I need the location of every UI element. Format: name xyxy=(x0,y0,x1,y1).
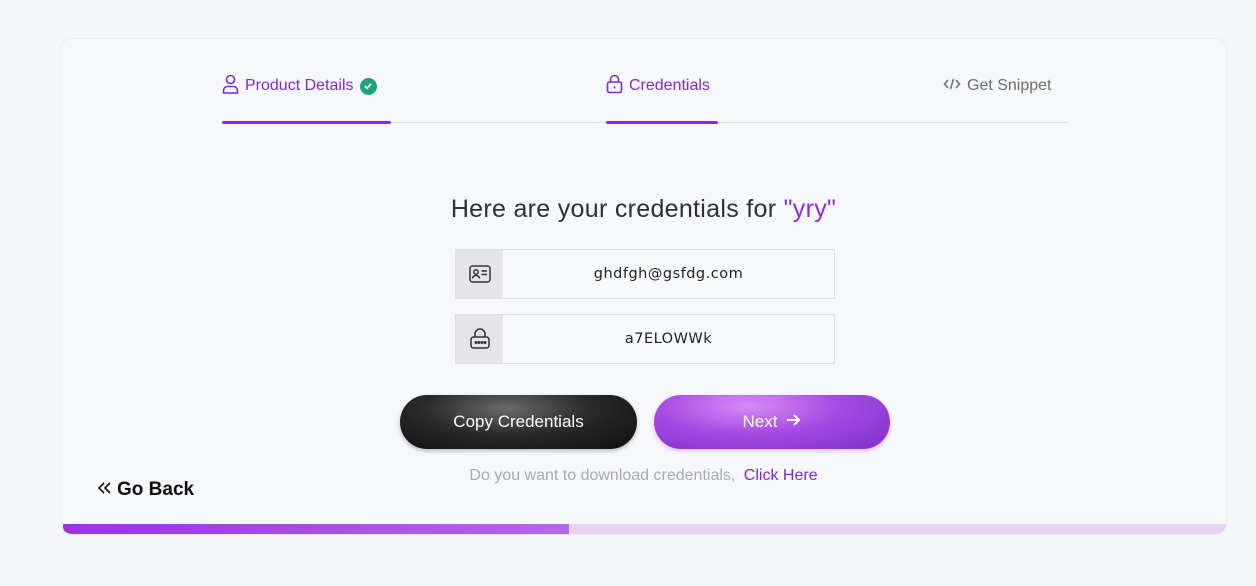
password-lock-icon xyxy=(456,315,503,363)
next-label: Next xyxy=(742,412,778,431)
double-chevron-left-icon xyxy=(97,479,113,501)
download-text: Do you want to download credentials, xyxy=(469,467,736,484)
stepper-card: Product Details Credentials Get Snippet … xyxy=(60,38,1227,535)
user-icon xyxy=(222,74,239,99)
tab-product-details[interactable]: Product Details xyxy=(222,39,377,125)
tab-label: Credentials xyxy=(629,77,710,94)
copy-credentials-label: Copy Credentials xyxy=(453,412,584,431)
go-back-label: Go Back xyxy=(117,479,195,500)
password-value[interactable]: a7ELOWWk xyxy=(503,315,834,363)
email-credential-row: ghdfgh@gsfdg.com xyxy=(455,249,835,299)
id-card-icon xyxy=(456,250,503,298)
tab-underline-credentials xyxy=(606,121,718,124)
code-icon xyxy=(943,77,961,96)
next-button[interactable]: Next xyxy=(654,395,890,449)
password-credential-row: a7ELOWWk xyxy=(455,314,835,364)
arrow-right-icon xyxy=(785,412,801,432)
tab-label: Get Snippet xyxy=(967,77,1052,94)
email-value[interactable]: ghdfgh@gsfdg.com xyxy=(503,250,834,298)
title-prefix: Here are your credentials for xyxy=(450,195,784,223)
tab-underline-product-details xyxy=(222,121,391,124)
progress-fill xyxy=(63,524,569,534)
copy-credentials-button[interactable]: Copy Credentials xyxy=(400,395,637,449)
page-title: Here are your credentials for "yry" xyxy=(61,195,1226,224)
progress-bar xyxy=(63,524,1226,534)
download-link[interactable]: Click Here xyxy=(744,467,818,484)
download-prompt: Do you want to download credentials, Cli… xyxy=(61,467,1226,485)
tab-get-snippet[interactable]: Get Snippet xyxy=(943,39,1052,125)
go-back-button[interactable]: Go Back xyxy=(97,479,194,501)
tab-credentials[interactable]: Credentials xyxy=(606,39,710,125)
check-badge-icon xyxy=(359,77,377,95)
tab-label: Product Details xyxy=(245,77,354,94)
product-name: "yry" xyxy=(783,195,837,223)
lock-icon xyxy=(606,74,623,99)
